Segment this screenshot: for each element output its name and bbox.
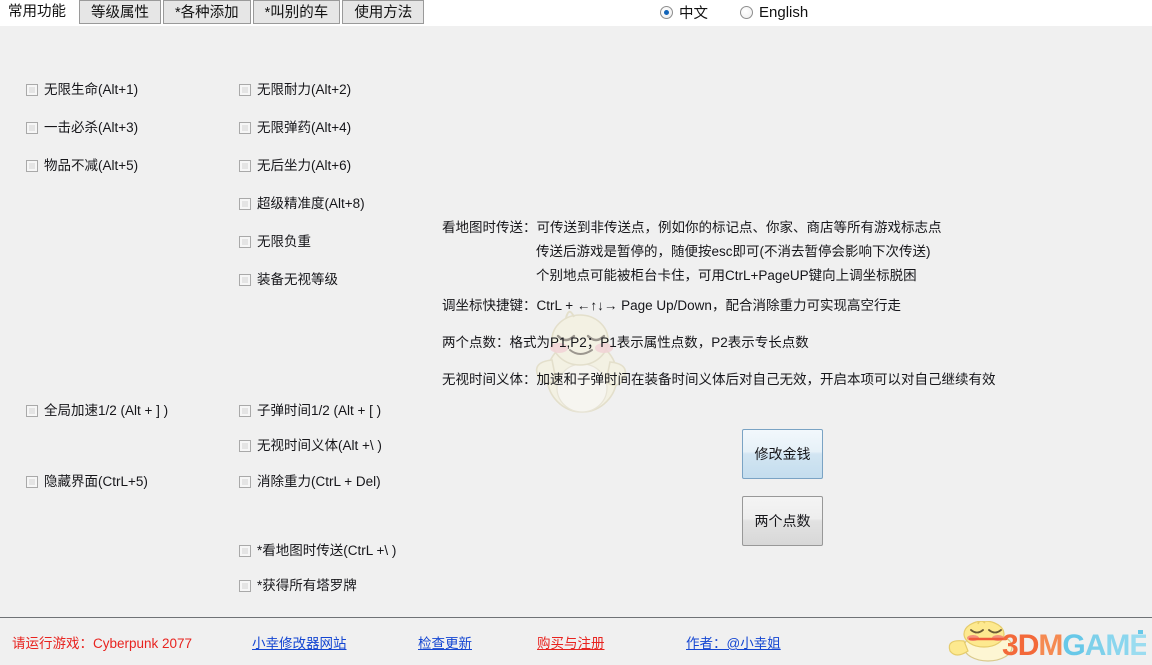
checkbox-icon[interactable] xyxy=(26,122,38,134)
checkbox-label: 无视时间义体(Alt +\ ) xyxy=(257,439,382,453)
instruction-line: 调坐标快捷键：CtrL + ←↑↓→ Page Up/Down，配合消除重力可实… xyxy=(442,294,901,314)
checkbox-label: 超级精准度(Alt+8) xyxy=(257,197,365,211)
checkbox-row[interactable]: *看地图时传送(CtrL +\ ) xyxy=(239,544,396,558)
checkbox-icon[interactable] xyxy=(239,236,251,248)
checkbox-label: *获得所有塔罗牌 xyxy=(257,579,357,593)
checkbox-label: *看地图时传送(CtrL +\ ) xyxy=(257,544,396,558)
tab-2[interactable]: *各种添加 xyxy=(163,0,251,24)
radio-language-english[interactable]: English xyxy=(740,4,808,21)
instruction-line: 看地图时传送：可传送到非传送点，例如你的标记点、你家、商店等所有游戏标志点 xyxy=(442,216,942,236)
checkbox-icon[interactable] xyxy=(26,84,38,96)
checkbox-row[interactable]: *获得所有塔罗牌 xyxy=(239,579,357,593)
instruction-line: 传送后游戏是暂停的，随便按esc即可(不消去暂停会影响下次传送) xyxy=(536,240,931,260)
checkbox-row[interactable]: 超级精准度(Alt+8) xyxy=(239,197,365,211)
radio-button-icon xyxy=(660,6,673,19)
checkbox-row[interactable]: 全局加速1/2 (Alt + ] ) xyxy=(26,404,168,418)
checkbox-icon[interactable] xyxy=(239,476,251,488)
checkbox-row[interactable]: 子弹时间1/2 (Alt + [ ) xyxy=(239,404,381,418)
checkbox-icon[interactable] xyxy=(239,545,251,557)
checkbox-row[interactable]: 无限生命(Alt+1) xyxy=(26,83,138,97)
checkbox-label: 物品不减(Alt+5) xyxy=(44,159,138,173)
radio-language-chinese[interactable]: 中文 xyxy=(660,2,708,23)
checkbox-label: 无限耐力(Alt+2) xyxy=(257,83,351,97)
checkbox-label: 隐藏界面(CtrL+5) xyxy=(44,475,148,489)
checkbox-icon[interactable] xyxy=(239,440,251,452)
tab-4[interactable]: 使用方法 xyxy=(342,0,424,24)
checkbox-icon[interactable] xyxy=(239,198,251,210)
tab-3[interactable]: *叫别的车 xyxy=(253,0,341,24)
tab-0[interactable]: 常用功能 xyxy=(0,0,76,25)
checkbox-row[interactable]: 无限弹药(Alt+4) xyxy=(239,121,351,135)
footer-link[interactable]: 购买与注册 xyxy=(537,632,605,652)
checkbox-row[interactable]: 消除重力(CtrL + Del) xyxy=(239,475,381,489)
checkbox-icon[interactable] xyxy=(239,580,251,592)
checkbox-label: 无限弹药(Alt+4) xyxy=(257,121,351,135)
checkbox-row[interactable]: 无限负重 xyxy=(239,235,311,249)
checkbox-row[interactable]: 无后坐力(Alt+6) xyxy=(239,159,351,173)
footer-link[interactable]: 作者：@小幸姐 xyxy=(686,632,781,652)
instruction-line: 两个点数：格式为P1,P2；P1表示属性点数，P2表示专长点数 xyxy=(442,331,809,351)
radio-label-chinese: 中文 xyxy=(679,2,708,23)
checkbox-label: 全局加速1/2 (Alt + ] ) xyxy=(44,404,168,418)
checkbox-label: 无限负重 xyxy=(257,235,311,249)
footer-link[interactable]: 小幸修改器网站 xyxy=(252,632,347,652)
3dmgame-logo: 3DMGAME xyxy=(940,621,1146,663)
checkbox-icon[interactable] xyxy=(239,160,251,172)
instruction-line: 无视时间义体：加速和子弹时间在装备时间义体后对自己无效，开启本项可以对自己继续有… xyxy=(442,368,996,388)
tab-bar: 常用功能等级属性*各种添加*叫别的车使用方法 中文 English xyxy=(0,0,1152,26)
checkbox-row[interactable]: 装备无视等级 xyxy=(239,273,338,287)
main-panel: 无限生命(Alt+1) 一击必杀(Alt+3) 物品不减(Alt+5) 全局加速1/2… xyxy=(0,26,1152,617)
footer-link[interactable]: 检查更新 xyxy=(418,632,472,652)
svg-text:3DMGAME: 3DMGAME xyxy=(1002,629,1146,662)
checkbox-icon[interactable] xyxy=(239,274,251,286)
language-selector: 中文 English xyxy=(660,0,808,25)
checkbox-label: 一击必杀(Alt+3) xyxy=(44,121,138,135)
checkbox-label: 无限生命(Alt+1) xyxy=(44,83,138,97)
checkbox-row[interactable]: 一击必杀(Alt+3) xyxy=(26,121,138,135)
radio-button-icon xyxy=(740,6,753,19)
checkbox-icon[interactable] xyxy=(26,160,38,172)
mascot-watermark-icon xyxy=(522,304,638,416)
checkbox-row[interactable]: 无视时间义体(Alt +\ ) xyxy=(239,439,382,453)
checkbox-icon[interactable] xyxy=(26,405,38,417)
checkbox-label: 消除重力(CtrL + Del) xyxy=(257,475,381,489)
checkbox-icon[interactable] xyxy=(26,476,38,488)
checkbox-row[interactable]: 物品不减(Alt+5) xyxy=(26,159,138,173)
checkbox-label: 无后坐力(Alt+6) xyxy=(257,159,351,173)
checkbox-row[interactable]: 无限耐力(Alt+2) xyxy=(239,83,351,97)
tab-1[interactable]: 等级属性 xyxy=(79,0,161,24)
button-modify-money[interactable]: 修改金钱 xyxy=(742,429,823,479)
checkbox-icon[interactable] xyxy=(239,405,251,417)
checkbox-icon[interactable] xyxy=(239,122,251,134)
checkbox-row[interactable]: 隐藏界面(CtrL+5) xyxy=(26,475,148,489)
checkbox-label: 子弹时间1/2 (Alt + [ ) xyxy=(257,404,381,418)
checkbox-icon[interactable] xyxy=(239,84,251,96)
radio-label-english: English xyxy=(759,4,808,21)
checkbox-label: 装备无视等级 xyxy=(257,273,338,287)
button-two-point-counts[interactable]: 两个点数 xyxy=(742,496,823,546)
status-text: 请运行游戏：Cyberpunk 2077 xyxy=(12,632,192,652)
instruction-line: 个别地点可能被柜台卡住，可用CtrL+PageUP键向上调坐标脱困 xyxy=(536,264,917,284)
tab-list: 常用功能等级属性*各种添加*叫别的车使用方法 xyxy=(0,0,426,26)
footer-bar: 请运行游戏：Cyberpunk 2077 小幸修改器网站 检查更新 购买与注册 作者：… xyxy=(0,617,1152,665)
